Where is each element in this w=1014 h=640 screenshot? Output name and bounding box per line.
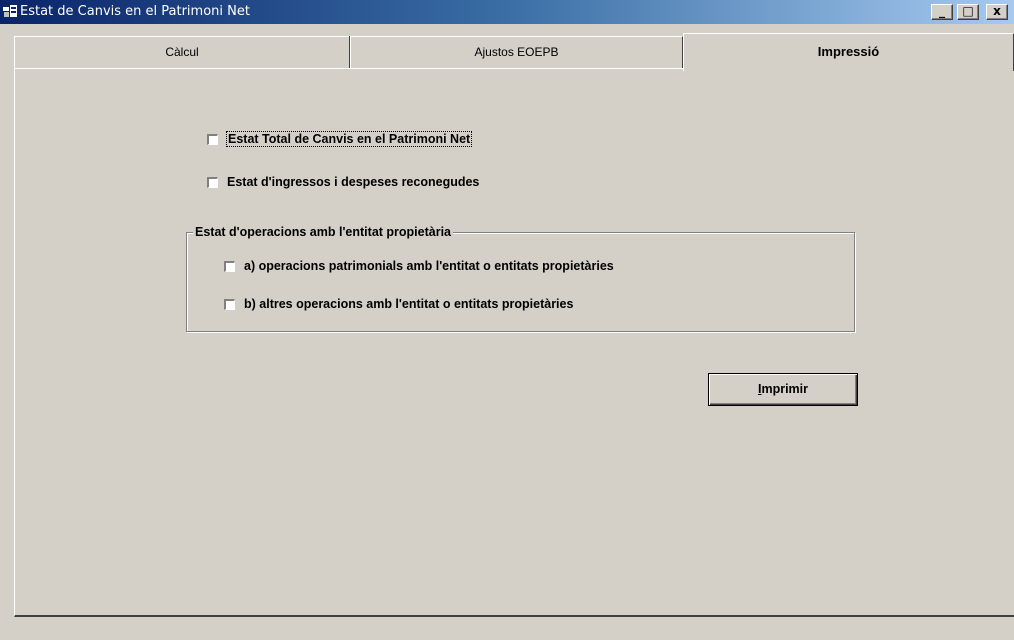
tab-impressio[interactable]: Impressió xyxy=(683,33,1014,71)
tab-calcul[interactable]: Càlcul xyxy=(14,36,350,68)
title-bar: Estat de Canvis en el Patrimoni Net _ □ … xyxy=(0,0,1014,24)
maximize-button[interactable]: □ xyxy=(957,4,979,20)
checkbox-option-b[interactable]: b) altres operacions amb l'entitat o ent… xyxy=(224,297,573,311)
minimize-button[interactable]: _ xyxy=(931,4,953,20)
close-button[interactable]: x xyxy=(986,4,1008,20)
tab-ajustos-eoepb[interactable]: Ajustos EOEPB xyxy=(350,36,683,68)
checkbox-option-a[interactable]: a) operacions patrimonials amb l'entitat… xyxy=(224,259,614,273)
checkbox-box[interactable] xyxy=(224,298,235,310)
print-button[interactable]: Imprimir xyxy=(708,373,858,406)
tab-divider xyxy=(349,36,350,67)
app-icon xyxy=(3,5,17,17)
checkbox-option-b-label: b) altres operacions amb l'entitat o ent… xyxy=(244,297,574,311)
checkbox-recognized-income-label: Estat d'ingressos i despeses reconegudes xyxy=(227,175,480,189)
checkbox-box[interactable] xyxy=(207,133,218,145)
checkbox-box[interactable] xyxy=(207,176,218,188)
window-title: Estat de Canvis en el Patrimoni Net xyxy=(20,4,250,19)
owner-operations-group-title: Estat d'operacions amb l'entitat propiet… xyxy=(193,225,453,239)
checkbox-total-changes[interactable]: Estat Total de Canvis en el Patrimoni Ne… xyxy=(207,131,473,147)
print-button-label: mprimir xyxy=(761,382,809,396)
checkbox-option-a-label: a) operacions patrimonials amb l'entitat… xyxy=(244,259,614,273)
tab-panel-impressio xyxy=(14,68,1014,617)
owner-operations-group xyxy=(186,232,855,332)
checkbox-box[interactable] xyxy=(224,260,235,272)
checkbox-recognized-income[interactable]: Estat d'ingressos i despeses reconegudes xyxy=(207,175,479,189)
checkbox-total-changes-label: Estat Total de Canvis en el Patrimoni Ne… xyxy=(225,131,473,147)
